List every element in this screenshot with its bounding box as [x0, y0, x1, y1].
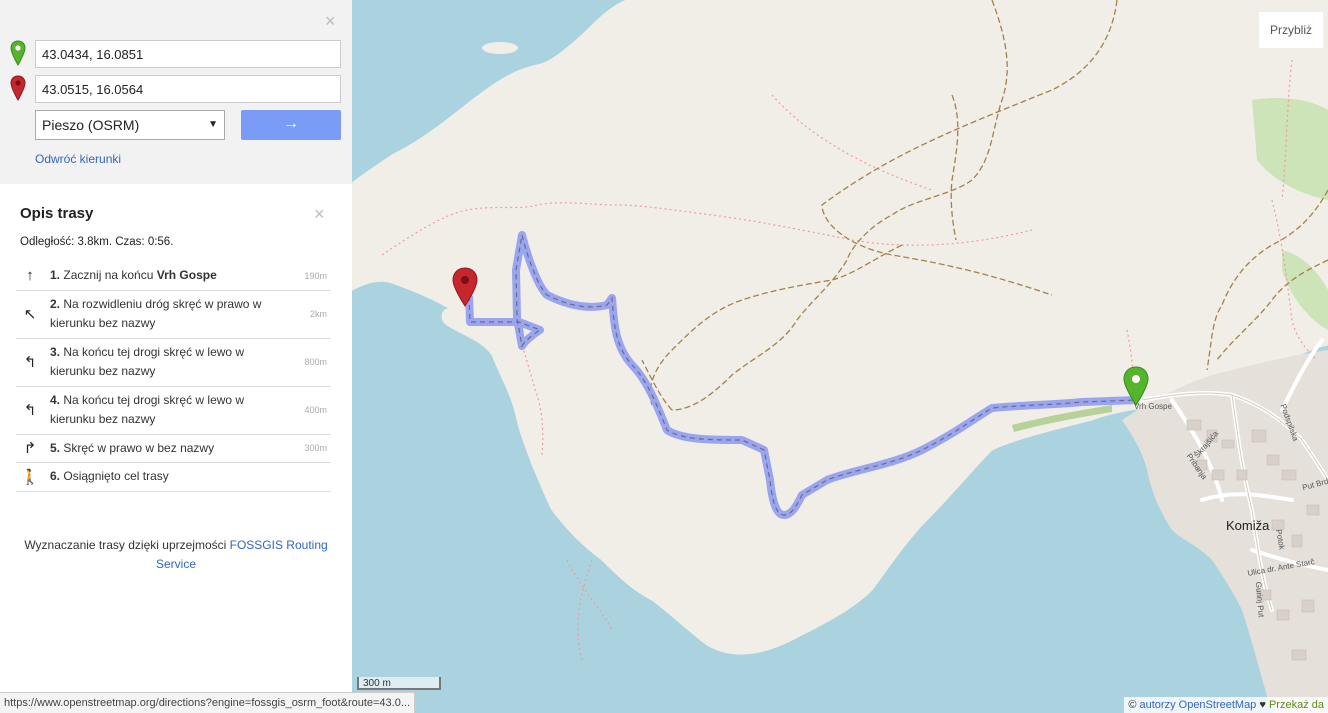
from-row: 43.0434, 16.0851	[8, 40, 342, 70]
red-marker-icon	[10, 75, 26, 101]
turn-direction-icon: ↰	[23, 353, 37, 371]
donate-link[interactable]: Przekaż da	[1269, 699, 1324, 711]
engine-select-value: Pieszo (OSRM)	[42, 117, 140, 133]
osm-link[interactable]: autorzy OpenStreetMap	[1140, 699, 1257, 711]
chevron-down-icon: ▼	[208, 119, 218, 130]
route-step-text: 6. Osiągnięto cel trasy	[50, 469, 169, 483]
route-step-text: 5. Skręć w prawo w bez nazwy	[50, 440, 215, 455]
route-step[interactable]: ↖ 2. Na rozwidleniu dróg skręć w prawo w …	[16, 291, 331, 339]
to-row: 43.0515, 16.0564	[8, 75, 342, 105]
reverse-directions-link[interactable]: Odwróć kierunki	[35, 152, 121, 166]
map[interactable]: Komiža Przybliż Vrh Gospe Podspilska Pri…	[352, 0, 1328, 713]
map-attribution: © autorzy OpenStreetMap ♥ Przekaż da	[1124, 697, 1328, 713]
street-label: Vrh Gospe	[1134, 402, 1172, 411]
route-summary: Odległość: 3.8km. Czas: 0:56.	[20, 236, 174, 248]
to-input[interactable]: 43.0515, 16.0564	[35, 75, 341, 103]
sidebar: × 43.0434, 16.0851 43.0515, 16.0564 Pies…	[0, 0, 352, 713]
route-step-distance: 300m	[304, 443, 327, 453]
green-marker-icon	[10, 40, 26, 66]
route-step-text: 3. Na końcu tej drogi skręć w lewo w kie…	[50, 344, 245, 379]
route-step[interactable]: ↰ 3. Na końcu tej drogi skręć w lewo w ki…	[16, 339, 331, 387]
route-step-text: 2. Na rozwidleniu dróg skręć w prawo w k…	[50, 296, 262, 331]
route-step-text: 4. Na końcu tej drogi skręć w lewo w kie…	[50, 392, 245, 427]
routing-attribution: Wyznaczanie trasy dzięki uprzejmości FOS…	[24, 538, 328, 571]
turn-direction-icon: ↖	[23, 305, 37, 323]
close-directions-icon[interactable]: ×	[325, 12, 336, 30]
route-step[interactable]: 🚶 6. Osiągnięto cel trasy	[16, 463, 331, 492]
map-canvas[interactable]: Komiža	[352, 0, 1328, 713]
route-step-distance: 400m	[304, 404, 327, 415]
zoom-in-button[interactable]: Przybliż	[1259, 12, 1323, 48]
town-label: Komiža	[1226, 518, 1270, 533]
engine-select[interactable]: Pieszo (OSRM) ▼	[35, 110, 225, 140]
go-button[interactable]: →	[241, 110, 341, 140]
route-title: Opis trasy	[20, 205, 94, 222]
route-steps: ↑ 1. Zacznij na końcu Vrh Gospe 190m ↖ 2. Na…	[16, 262, 331, 492]
route-step[interactable]: ↰ 4. Na końcu tej drogi skręć w lewo w ki…	[16, 387, 331, 435]
turn-direction-icon: ↱	[23, 440, 37, 457]
route-step-text: 1. Zacznij na końcu Vrh Gospe	[50, 268, 217, 282]
turn-direction-icon: 🚶	[20, 468, 40, 486]
route-step[interactable]: ↱ 5. Skręć w prawo w bez nazwy 300m	[16, 435, 331, 463]
route-step-distance: 2km	[309, 308, 327, 319]
directions-form: × 43.0434, 16.0851 43.0515, 16.0564 Pies…	[0, 0, 352, 184]
close-route-icon[interactable]: ×	[314, 205, 325, 223]
turn-direction-icon: ↰	[23, 401, 37, 419]
route-step[interactable]: ↑ 1. Zacznij na końcu Vrh Gospe 190m	[16, 262, 331, 291]
scale-bar: 300 m	[357, 677, 441, 690]
route-step-distance: 190m	[304, 270, 327, 281]
route-step-distance: 800m	[304, 356, 327, 367]
status-bar-url: https://www.openstreetmap.org/directions…	[0, 692, 416, 713]
turn-direction-icon: ↑	[26, 266, 34, 284]
from-input[interactable]: 43.0434, 16.0851	[35, 40, 341, 68]
